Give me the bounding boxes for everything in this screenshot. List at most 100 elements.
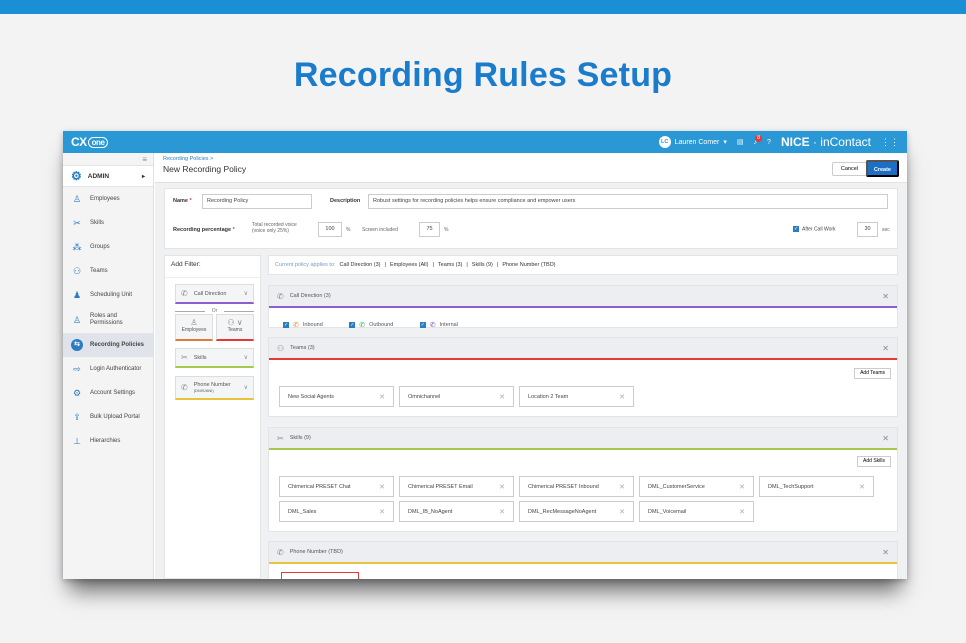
notifications-button[interactable]: ♪ 8 <box>754 134 763 146</box>
help-icon[interactable]: ? <box>767 139 771 146</box>
remove-chip-icon[interactable]: ✕ <box>619 393 625 401</box>
checkbox-checked-icon: ✓ <box>419 322 426 328</box>
brand-sub: inContact <box>820 135 871 149</box>
sidebar-item-groups[interactable]: ⁂ Groups <box>63 235 153 259</box>
close-icon[interactable]: ✕ <box>882 434 889 443</box>
sidebar-item-account-settings[interactable]: ⚙ Account Settings <box>63 381 153 405</box>
screen-included-field[interactable]: 75 <box>419 222 440 237</box>
filter-skills-label: Skills <box>193 354 207 361</box>
remove-chip-icon[interactable]: ✕ <box>619 508 625 516</box>
close-icon[interactable]: ✕ <box>882 548 889 557</box>
user-menu[interactable]: LC Lauren Comer ▾ <box>658 136 727 148</box>
add-teams-button[interactable]: Add Teams <box>854 368 891 379</box>
chat-icon[interactable]: ▤ <box>737 138 744 146</box>
create-button[interactable]: Create <box>865 160 899 177</box>
add-filter-panel: Add Filter: ✆ Call Direction ∨ Or ♙ Empl… <box>164 255 261 579</box>
skills-title: Skills (9) <box>289 435 311 441</box>
outbound-checkbox[interactable]: ✓ ✆ Outbound <box>349 321 393 329</box>
phone-number-header: ✆ Phone Number (TBD) ✕ <box>269 542 897 564</box>
after-call-work-field[interactable]: 30 <box>857 222 878 237</box>
chip-label: Location 2 Team <box>528 393 569 400</box>
sidebar: ≡ ⚙ ADMIN ▸ ♙ Employees ✂ Skills ⁂ Groups ⚇ Tea… <box>63 153 154 579</box>
total-voice-line2: (voice only 25%) <box>252 228 289 234</box>
sidebar-item-label: Bulk Upload Portal <box>90 414 140 420</box>
chip-label: Omnichannel <box>408 393 441 400</box>
description-field[interactable]: Robust settings for recording policies h… <box>368 194 888 209</box>
close-icon[interactable]: ✕ <box>882 344 889 353</box>
filter-call-direction[interactable]: ✆ Call Direction ∨ <box>175 284 254 304</box>
chip-label: DML_IB_NoAgent <box>408 508 453 515</box>
chip: Chimerical PRESET Chat ✕ <box>279 476 394 497</box>
chip-label: New Social Agents <box>288 393 334 400</box>
call-direction-header: ✆ Call Direction (3) ✕ <box>269 286 897 308</box>
remove-chip-icon[interactable]: ✕ <box>379 483 385 491</box>
remove-chip-icon[interactable]: ✕ <box>859 483 865 491</box>
phone-number-field[interactable] <box>281 572 359 579</box>
applies-item: Skills (9) <box>471 262 493 268</box>
breadcrumb[interactable]: Recording Policies > <box>163 156 899 162</box>
sidebar-item-label: Login Authenticator <box>90 366 142 372</box>
groups-icon: ⁂ <box>72 241 82 252</box>
inbound-checkbox[interactable]: ✓ ✆ Inbound <box>283 321 323 329</box>
filter-employees[interactable]: ♙ Employees <box>175 314 213 341</box>
sidebar-item-roles-and[interactable]: ♙ Roles and Permissions <box>63 307 153 333</box>
remove-chip-icon[interactable]: ✕ <box>619 483 625 491</box>
remove-chip-icon[interactable]: ✕ <box>499 483 505 491</box>
internal-checkbox[interactable]: ✓ ✆ Internal <box>419 321 458 329</box>
recording-icon: ⇆ <box>71 339 83 351</box>
applies-item: Call Direction (3) <box>339 262 381 268</box>
recording-percentage-label: Recording percentage * <box>173 227 235 233</box>
applies-summary: Current policy applies to: Call Directio… <box>268 255 898 275</box>
policy-form: Name * Recording Policy Description Robu… <box>164 188 898 249</box>
call-direction-section: ✆ Call Direction (3) ✕ ✓ ✆ Inbound ✓ ✆ Outbo… <box>268 285 898 329</box>
remove-chip-icon[interactable]: ✕ <box>499 508 505 516</box>
app-grid-icon[interactable]: ⋮⋮ <box>881 137 899 148</box>
user-name: Lauren Comer <box>674 138 720 146</box>
after-call-work-label: After Call Work <box>802 226 836 233</box>
teams-icon: ⚇ ∨ <box>227 318 243 327</box>
chip: DML_Sales ✕ <box>279 501 394 522</box>
sidebar-item-bulk-upload-portal[interactable]: ⇪ Bulk Upload Portal <box>63 405 153 429</box>
collapse-menu-icon[interactable]: ≡ <box>63 153 153 165</box>
login-icon: ⇨ <box>73 363 81 374</box>
total-voice-field[interactable]: 100 <box>318 222 342 237</box>
hierarchy-icon: ⊥ <box>73 435 81 446</box>
person-icon: ♙ <box>190 318 198 327</box>
sidebar-item-login-authenticator[interactable]: ⇨ Login Authenticator <box>63 357 153 381</box>
filter-skills[interactable]: ✂ Skills ∨ <box>175 348 254 368</box>
cxone-logo[interactable]: CX one <box>71 135 109 149</box>
after-call-work-checkbox[interactable]: ✓ After Call Work <box>793 226 836 232</box>
checkbox-checked-icon: ✓ <box>349 322 356 328</box>
sidebar-item-recording-policies[interactable]: ⇆ Recording Policies <box>63 333 153 357</box>
filter-teams[interactable]: ⚇ ∨ Teams <box>216 314 254 341</box>
sidebar-item-skills[interactable]: ✂ Skills <box>63 211 153 235</box>
outbound-label: Outbound <box>369 322 394 328</box>
remove-chip-icon[interactable]: ✕ <box>379 508 385 516</box>
remove-chip-icon[interactable]: ✕ <box>739 483 745 491</box>
filter-phone-label: Phone Number (DNIS/ANI) <box>193 381 231 393</box>
logo-text: CX <box>71 135 87 149</box>
settings-icon: ⚙ <box>72 387 82 398</box>
sidebar-item-teams[interactable]: ⚇ Teams <box>63 259 153 283</box>
sidebar-item-hierarchies[interactable]: ⊥ Hierarchies <box>63 429 153 453</box>
remove-chip-icon[interactable]: ✕ <box>379 393 385 401</box>
sidebar-admin[interactable]: ⚙ ADMIN ▸ <box>63 165 153 187</box>
sidebar-item-scheduling-unit[interactable]: ♟ Scheduling Unit <box>63 283 153 307</box>
filter-phone-number[interactable]: ✆ Phone Number (DNIS/ANI) ∨ <box>175 376 254 400</box>
sidebar-item-employees[interactable]: ♙ Employees <box>63 187 153 211</box>
chip: Omnichannel ✕ <box>399 386 514 407</box>
page-title: Recording Rules Setup <box>293 56 673 94</box>
add-skills-button[interactable]: Add Skills <box>857 456 891 467</box>
remove-chip-icon[interactable]: ✕ <box>499 393 505 401</box>
outbound-call-icon: ✆ <box>359 322 366 329</box>
logo-suffix: one <box>87 136 109 148</box>
sidebar-admin-label: ADMIN <box>87 172 110 180</box>
cancel-button[interactable]: Cancel <box>831 162 867 176</box>
close-icon[interactable]: ✕ <box>882 292 889 301</box>
name-field[interactable]: Recording Policy <box>202 194 312 209</box>
remove-chip-icon[interactable]: ✕ <box>739 508 745 516</box>
skills-section: ✂ Skills (9) ✕ Add Skills Chimerical PRE… <box>268 427 898 532</box>
sec-unit: sec <box>882 227 890 233</box>
sidebar-item-label: Teams <box>90 268 108 274</box>
tools-icon: ✂ <box>73 217 81 228</box>
